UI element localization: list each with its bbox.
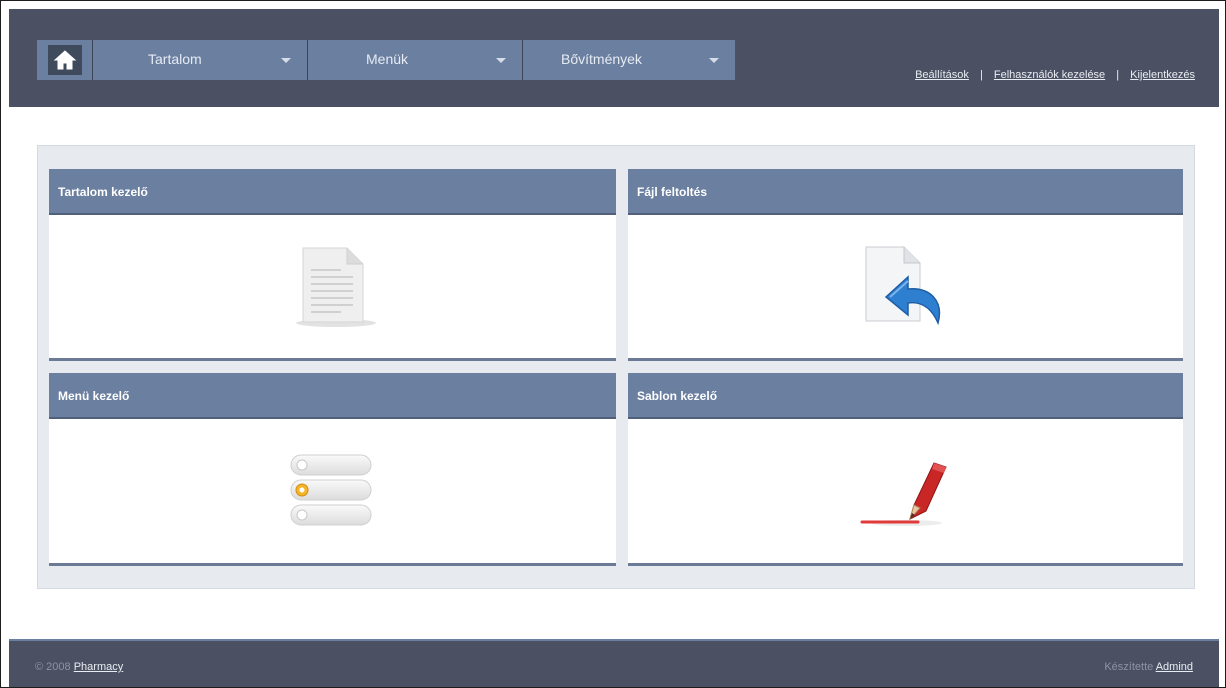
pencil-icon[interactable] bbox=[858, 453, 954, 538]
nav-item-label: Menük bbox=[366, 51, 409, 67]
card-template-manager[interactable]: Sablon kezelő bbox=[628, 373, 1183, 566]
chevron-down-icon bbox=[496, 58, 506, 63]
link-separator: | bbox=[979, 69, 983, 81]
card-file-upload[interactable]: Fájl feltoltés bbox=[628, 169, 1183, 361]
site-link[interactable]: Pharmacy bbox=[74, 661, 124, 673]
card-title: Menü kezelő bbox=[49, 373, 616, 419]
card-title: Tartalom kezelő bbox=[49, 169, 616, 215]
card-body bbox=[628, 419, 1183, 563]
page-frame: Tartalom Menük Bővítmények Beállítások |… bbox=[0, 0, 1226, 688]
card-body bbox=[49, 419, 616, 563]
home-icon bbox=[47, 45, 82, 75]
card-menu-manager[interactable]: Menü kezelő bbox=[49, 373, 616, 566]
author-link[interactable]: Admind bbox=[1156, 661, 1193, 673]
footer: © 2008 Pharmacy Készítette Admind bbox=[9, 639, 1219, 687]
chevron-down-icon bbox=[281, 58, 291, 63]
settings-link[interactable]: Beállítások bbox=[915, 69, 969, 81]
dashboard-panel: Tartalom kezelő Fájl feltoltés Menü keze… bbox=[37, 145, 1195, 589]
nav-item-menuk[interactable]: Menük bbox=[308, 40, 523, 80]
nav-item-bovitmenyek[interactable]: Bővítmények bbox=[523, 40, 735, 80]
file-upload-icon[interactable] bbox=[858, 243, 954, 338]
made-by-text: Készítette bbox=[1104, 661, 1154, 673]
main-nav: Tartalom Menük Bővítmények bbox=[37, 40, 735, 80]
card-body bbox=[49, 215, 616, 358]
menu-list-icon[interactable] bbox=[289, 453, 375, 534]
copyright-text: © 2008 bbox=[35, 661, 71, 673]
link-separator: | bbox=[1116, 69, 1120, 81]
user-management-link[interactable]: Felhasználók kezelése bbox=[994, 69, 1105, 81]
nav-item-label: Tartalom bbox=[148, 51, 202, 67]
document-icon[interactable] bbox=[291, 246, 381, 333]
footer-credits: Készítette Admind bbox=[1104, 661, 1193, 673]
card-title: Fájl feltoltés bbox=[628, 169, 1183, 215]
header: Tartalom Menük Bővítmények Beállítások |… bbox=[9, 9, 1219, 107]
card-content-manager[interactable]: Tartalom kezelő bbox=[49, 169, 616, 361]
card-title: Sablon kezelő bbox=[628, 373, 1183, 419]
card-body bbox=[628, 215, 1183, 358]
logout-link[interactable]: Kijelentkezés bbox=[1130, 69, 1195, 81]
nav-item-label: Bővítmények bbox=[561, 51, 642, 67]
chevron-down-icon bbox=[709, 58, 719, 63]
home-button[interactable] bbox=[37, 40, 93, 80]
footer-copyright: © 2008 Pharmacy bbox=[35, 661, 123, 673]
top-links: Beállítások | Felhasználók kezelése | Ki… bbox=[915, 69, 1195, 81]
nav-item-tartalom[interactable]: Tartalom bbox=[93, 40, 308, 80]
